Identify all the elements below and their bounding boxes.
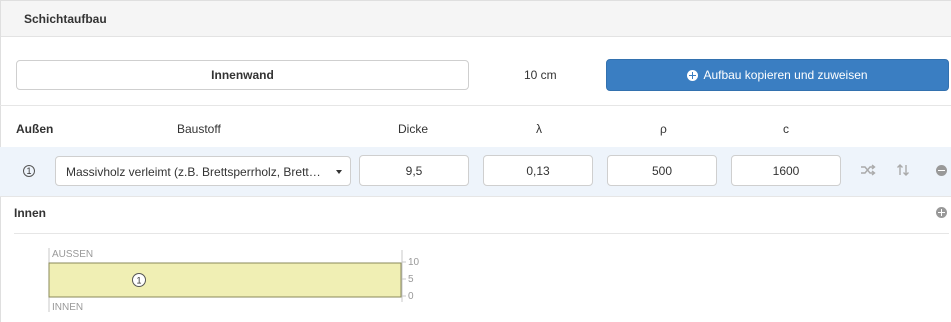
diagram-scale-label: 10 [408,257,420,268]
diagram-scale-label: 5 [408,274,414,285]
diagram-scale-label: 0 [408,291,414,302]
diagram-outer-label: AUSSEN [52,249,93,260]
diagram-inner-label: INNEN [52,302,83,313]
diagram-layer-number: 1 [136,276,141,286]
layer-cross-section-diagram: AUSSEN 1 INNEN 10 5 0 [48,248,420,313]
diagram-layer-block [48,262,402,298]
